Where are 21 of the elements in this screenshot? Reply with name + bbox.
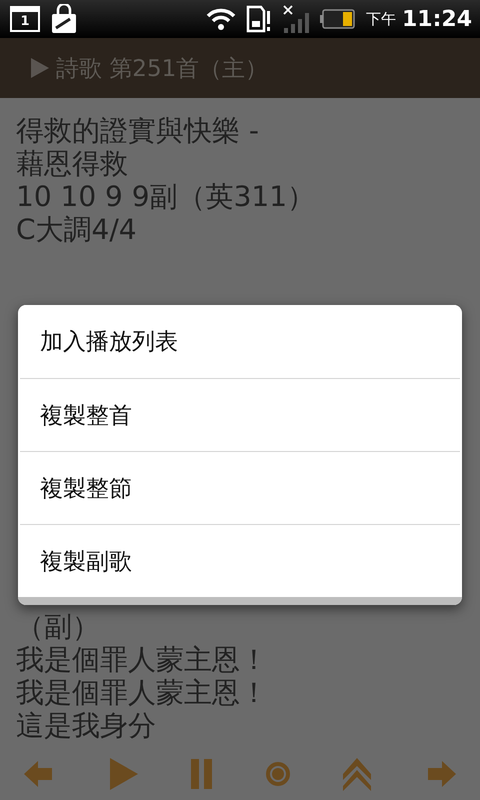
song-header-line: C大調4/4 (16, 213, 138, 246)
wifi-icon (206, 7, 236, 31)
clock-time: 11:24 (402, 6, 472, 32)
clock-period: 下午 (366, 10, 396, 28)
song-header-line: 得救的證實與快樂 - (16, 114, 260, 147)
double-chevron-up-icon[interactable] (342, 756, 372, 792)
battery-icon (320, 9, 356, 29)
sim-card-icon (246, 5, 272, 33)
lyric-line: 我是個罪人蒙主恩！ (16, 676, 269, 709)
pause-icon[interactable] (190, 758, 214, 790)
signal-icon (282, 4, 310, 34)
play-icon[interactable] (108, 756, 140, 792)
calendar-icon: 1 (10, 6, 40, 32)
song-header-line: 藉恩得救 (16, 147, 129, 180)
song-title: 詩歌 第251首（主） (56, 54, 268, 84)
song-header-line: 10 10 9 9副（英311） (16, 180, 316, 213)
lyric-line: 這是我身分 (16, 709, 157, 742)
play-icon (30, 57, 50, 79)
record-icon[interactable] (264, 760, 292, 788)
lyric-line: （副） (16, 610, 101, 643)
lyric-line: 我是個罪人蒙主恩！ (16, 643, 269, 676)
